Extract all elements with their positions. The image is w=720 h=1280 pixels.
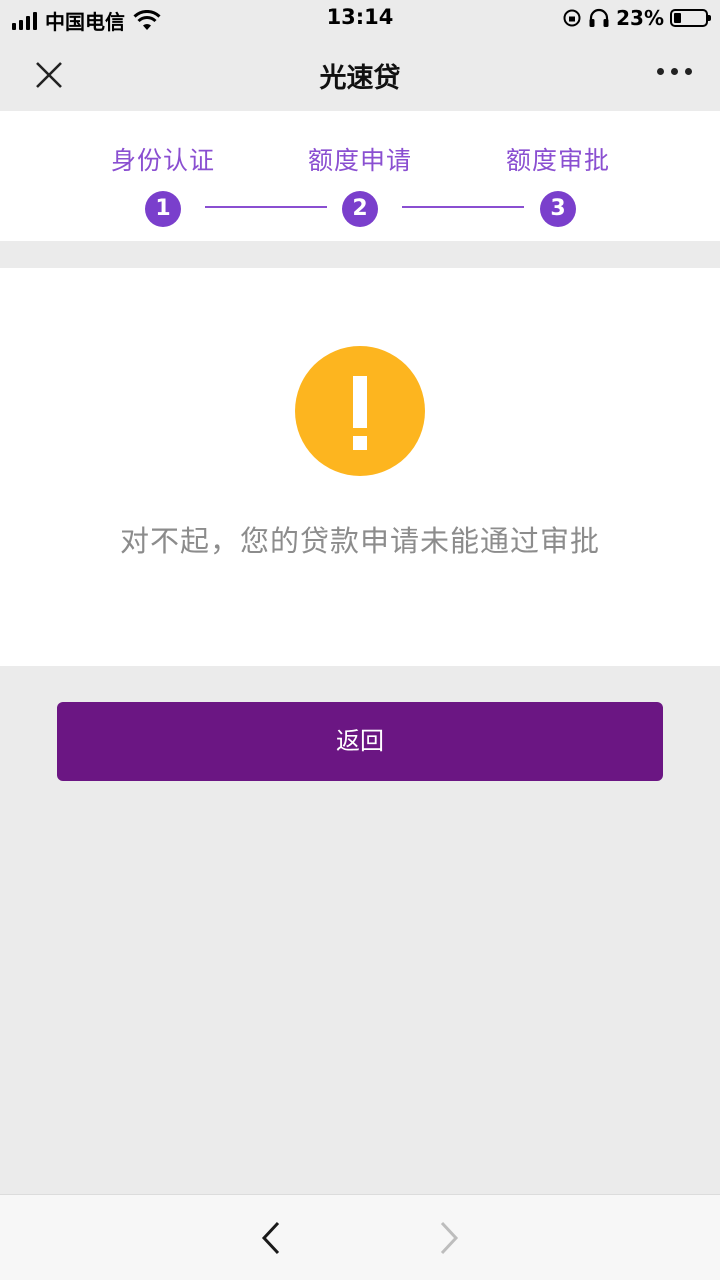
battery-icon [670, 9, 711, 27]
step-number: 2 [342, 191, 378, 227]
headphones-icon [589, 8, 609, 27]
chevron-left-icon[interactable] [258, 1219, 286, 1257]
status-right: 23% [562, 6, 711, 30]
step-label: 额度申请 [307, 146, 412, 175]
warning-icon [295, 346, 425, 476]
step-quota-approval: 额度审批 3 [478, 141, 638, 227]
step-number: 3 [540, 191, 576, 227]
step-label: 身份认证 [110, 146, 215, 175]
step-identity: 身份认证 1 [83, 141, 243, 227]
more-dots-icon[interactable] [657, 68, 692, 75]
back-button[interactable]: 返回 [57, 702, 663, 781]
step-connector [205, 206, 327, 208]
browser-nav-bar [0, 1194, 720, 1280]
step-quota-apply: 额度申请 2 [280, 141, 440, 227]
page-title: 光速贷 [319, 63, 401, 94]
battery-percent: 23% [616, 6, 664, 30]
step-connector [402, 206, 524, 208]
chevron-right-icon[interactable] [434, 1219, 462, 1257]
rotation-lock-icon [563, 9, 581, 27]
navbar: 光速贷 [0, 36, 720, 110]
result-message: 对不起，您的贷款申请未能通过审批 [119, 524, 600, 558]
step-label: 额度审批 [505, 146, 610, 175]
result-card: 对不起，您的贷款申请未能通过审批 [0, 268, 720, 666]
progress-steps: 身份认证 1 额度申请 2 额度审批 3 [0, 111, 720, 241]
status-bar: 中国电信 13:14 23% [0, 0, 720, 36]
step-number: 1 [145, 191, 181, 227]
